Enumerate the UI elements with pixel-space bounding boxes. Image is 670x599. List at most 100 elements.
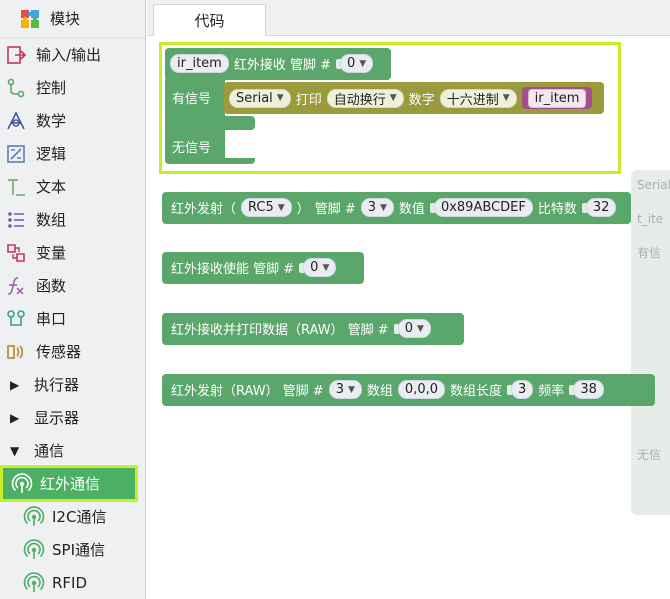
sidebar-item-label: 传感器 — [36, 343, 82, 361]
format-dropdown[interactable]: 十六进制 ▼ — [439, 88, 517, 108]
frequency-input[interactable]: 38 — [569, 380, 604, 399]
value-text: 0x89ABCDEF — [433, 198, 533, 217]
ir-item-value: ir_item — [527, 88, 587, 108]
ir-receive-title: 红外接收 管脚 # — [233, 58, 331, 73]
array-icon — [4, 208, 28, 232]
block-workspace[interactable]: Serial t_ite 有信 无信 ir_item 红外接收 管脚 # 0 ▼ … — [147, 36, 670, 599]
sidebar-item-serial[interactable]: 串口 — [0, 302, 145, 335]
newline-value: 自动换行 — [333, 92, 386, 108]
ir-enable-label: 红外接收使能 管脚 # — [171, 262, 295, 277]
dropdown-arrow-icon: ▼ — [380, 202, 387, 213]
number-label: 数字 — [408, 92, 435, 108]
sidebar-item-label: 逻辑 — [36, 145, 67, 163]
sidebar-item-sensor[interactable]: 传感器 — [0, 335, 145, 368]
sidebar-item-label: 红外通信 — [40, 475, 101, 493]
dropdown-arrow-icon: ▼ — [389, 93, 397, 103]
bits-input[interactable]: 32 — [581, 198, 617, 217]
serial-port-dropdown[interactable]: Serial ▼ — [229, 88, 291, 108]
pin-value: 0 — [404, 321, 413, 336]
value-input[interactable]: 0x89ABCDEF — [429, 198, 533, 217]
toolbox-header: 模块 — [0, 0, 145, 38]
ir-send-label: 红外发射（ — [171, 202, 237, 217]
dropdown-arrow-icon: ▼ — [347, 384, 355, 395]
sidebar-item-function[interactable]: 函数 — [0, 269, 145, 302]
logic-icon — [4, 142, 28, 166]
pin-input[interactable]: 0 ▼ — [393, 319, 431, 338]
pin-dropdown[interactable]: 3 ▼ — [328, 380, 362, 399]
dropdown-arrow-icon: ▼ — [416, 323, 424, 334]
pin-value: 0 — [347, 56, 356, 71]
ir-raw-send-block[interactable]: 红外发射（RAW） 管脚 # 3 ▼ 数组 0,0,0 数组长度 3 频率 38 — [162, 374, 655, 406]
array-length-label: 数组长度 — [450, 384, 503, 399]
dropdown-arrow-icon: ▼ — [359, 58, 367, 69]
ghost-text: Serial — [637, 178, 670, 192]
pin-value: 3 — [367, 200, 376, 215]
ir-receive-foot — [165, 158, 255, 164]
ghost-text: t_ite — [637, 212, 664, 226]
tab-code[interactable]: 代码 — [153, 4, 266, 36]
ir-raw-print-label: 红外接收并打印数据（RAW） 管脚 # — [171, 323, 389, 338]
sidebar-item-infrared[interactable]: 红外通信 — [0, 465, 138, 502]
sidebar-item-variable[interactable]: 变量 — [0, 236, 145, 269]
ghost-text: 有信 — [637, 246, 662, 260]
pin-dropdown[interactable]: 3 ▼ — [360, 198, 394, 217]
sidebar-item-spi[interactable]: SPI通信 — [0, 533, 145, 566]
pin-input[interactable]: 0 ▼ — [299, 258, 337, 277]
ir-send-block[interactable]: 红外发射（ RC5 ▼ ） 管脚 # 3 ▼ 数值 0x89ABCDEF 比特数 3… — [162, 192, 631, 224]
sidebar-item-label: I2C通信 — [52, 508, 107, 526]
sidebar-item-actuator[interactable]: ▶ 执行器 — [0, 368, 145, 401]
ir-raw-print-block[interactable]: 红外接收并打印数据（RAW） 管脚 # 0 ▼ — [162, 313, 464, 345]
text-icon — [4, 175, 28, 199]
sidebar-item-i2c[interactable]: I2C通信 — [0, 500, 145, 533]
sidebar-item-label: 执行器 — [34, 376, 80, 394]
toolbox-sidebar: 模块 输入/输出 控制 数学 逻辑 文本 数组 变量 函数 串口 传感器 ▶ 执… — [0, 0, 146, 599]
antenna-icon — [22, 538, 46, 562]
sidebar-item-display[interactable]: ▶ 显示器 — [0, 401, 145, 434]
tab-bar: 代码 — [147, 0, 670, 36]
variable-icon — [4, 241, 28, 265]
sidebar-item-io[interactable]: 输入/输出 — [0, 38, 145, 71]
has-signal-label: 有信号 — [172, 92, 212, 107]
ir-enable-block[interactable]: 红外接收使能 管脚 # 0 ▼ — [162, 252, 364, 284]
antenna-icon — [22, 505, 46, 529]
value-label: 数值 — [398, 202, 425, 217]
newline-dropdown[interactable]: 自动换行 ▼ — [326, 88, 404, 108]
sidebar-item-logic[interactable]: 逻辑 — [0, 137, 145, 170]
sidebar-item-label: 输入/输出 — [36, 46, 102, 64]
sidebar-item-array[interactable]: 数组 — [0, 203, 145, 236]
math-icon — [4, 109, 28, 133]
sidebar-item-communication[interactable]: ▼ 通信 — [0, 434, 145, 467]
sidebar-item-label: 文本 — [36, 178, 67, 196]
sidebar-item-label: 串口 — [36, 310, 67, 328]
no-signal-label: 无信号 — [172, 141, 212, 156]
serial-port-value: Serial — [236, 90, 273, 106]
pin-input[interactable]: 0 ▼ — [336, 54, 374, 73]
ghost-text: 无信 — [637, 448, 662, 462]
sidebar-item-math[interactable]: 数学 — [0, 104, 145, 137]
triangle-down-icon: ▼ — [10, 443, 20, 458]
ir-raw-send-label: 红外发射（RAW） 管脚 # — [171, 384, 324, 399]
function-icon — [4, 274, 28, 298]
ir-item-variable-block[interactable]: ir_item — [521, 87, 593, 109]
main-area: 代码 Serial t_ite 有信 无信 ir_item 红外接收 管脚 # … — [147, 0, 670, 599]
array-length-value: 3 — [511, 380, 534, 399]
print-label: 打印 — [295, 92, 322, 108]
sidebar-item-label: 控制 — [36, 79, 67, 97]
sidebar-item-label: 显示器 — [34, 409, 80, 427]
antenna-icon — [10, 472, 34, 496]
pin-value: 3 — [335, 382, 344, 397]
ir-item-variable[interactable]: ir_item — [170, 54, 229, 73]
array-label: 数组 — [366, 384, 393, 399]
array-field[interactable]: 0,0,0 — [397, 380, 445, 399]
sidebar-item-control[interactable]: 控制 — [0, 71, 145, 104]
serial-print-block[interactable]: Serial ▼ 打印 自动换行 ▼ 数字 十六进制 ▼ ir_item — [224, 82, 604, 114]
dropdown-arrow-icon: ▼ — [277, 202, 285, 213]
array-length-input[interactable]: 3 — [507, 380, 534, 399]
sidebar-item-label: SPI通信 — [52, 541, 105, 559]
sidebar-item-text[interactable]: 文本 — [0, 170, 145, 203]
protocol-value: RC5 — [248, 200, 274, 215]
ir-receive-mid-bar — [165, 116, 255, 130]
protocol-dropdown[interactable]: RC5 ▼ — [241, 198, 292, 217]
puzzle-icon — [21, 9, 39, 28]
sidebar-item-rfid[interactable]: RFID — [0, 566, 145, 599]
